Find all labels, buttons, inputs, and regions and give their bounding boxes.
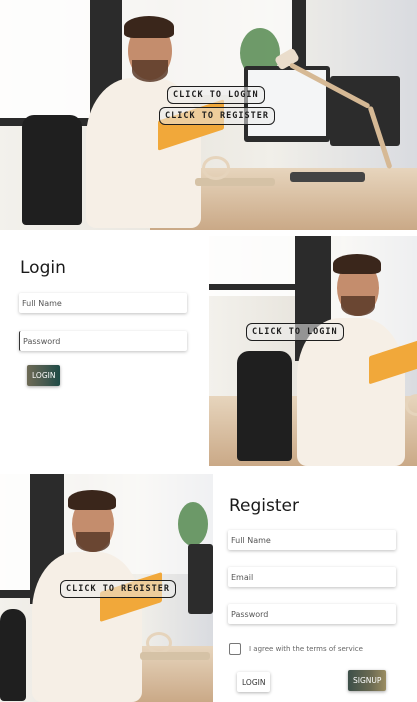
login-panel: Login LOGIN CLICK TO LOGIN xyxy=(0,236,417,466)
login-password-input[interactable] xyxy=(19,331,187,351)
register-email-input[interactable] xyxy=(228,567,396,587)
register-title: Register xyxy=(229,496,299,516)
register-panel: CLICK TO REGISTER Register I agree with … xyxy=(0,474,417,702)
register-password-input[interactable] xyxy=(228,604,396,624)
login-title: Login xyxy=(20,258,66,278)
photo-click-to-login-link[interactable]: CLICK TO LOGIN xyxy=(246,323,344,341)
login-button[interactable]: LOGIN xyxy=(27,365,61,386)
click-to-register-link[interactable]: CLICK TO REGISTER xyxy=(159,107,275,125)
click-to-login-link[interactable]: CLICK TO LOGIN xyxy=(167,86,265,104)
login-full-name-input[interactable] xyxy=(19,293,187,313)
register-login-button[interactable]: LOGIN xyxy=(237,672,271,692)
register-full-name-input[interactable] xyxy=(228,530,396,550)
signup-button[interactable]: SIGNUP xyxy=(348,670,387,691)
terms-label: I agree with the terms of service xyxy=(249,645,363,653)
hero-panel: CLICK TO LOGIN CLICK TO REGISTER xyxy=(0,0,417,230)
terms-checkbox[interactable] xyxy=(229,643,241,655)
photo-click-to-register-link[interactable]: CLICK TO REGISTER xyxy=(60,580,176,598)
login-photo xyxy=(209,236,417,466)
